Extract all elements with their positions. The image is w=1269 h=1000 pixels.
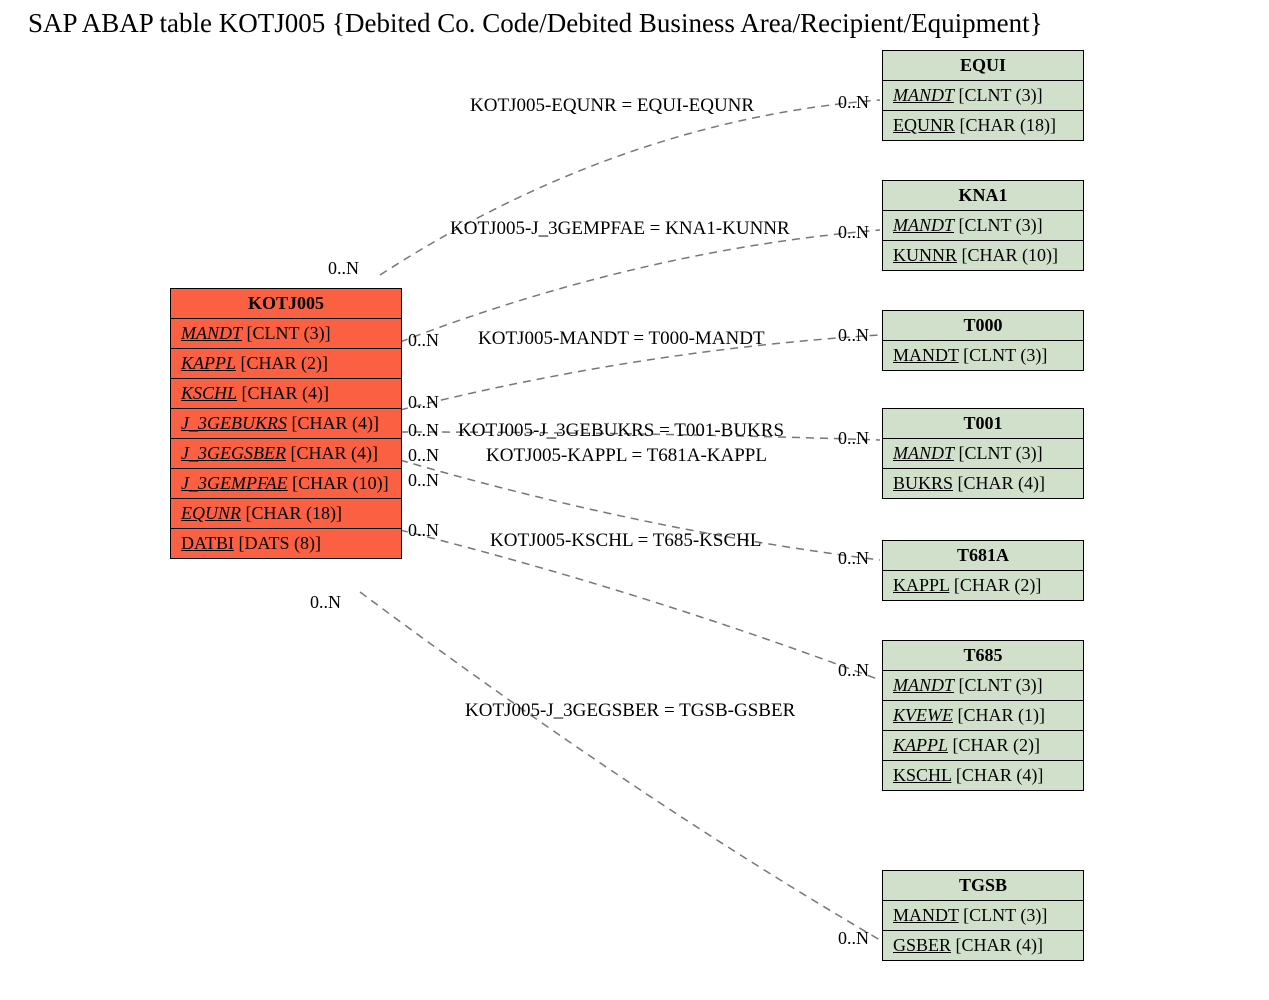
field-row: KSCHL [CHAR (4)] <box>883 761 1083 790</box>
cardinality-left: 0..N <box>408 420 439 441</box>
cardinality-right: 0..N <box>838 660 869 681</box>
field-row: EQUNR [CHAR (18)] <box>883 111 1083 140</box>
entity-header: TGSB <box>883 871 1083 901</box>
entity-t001: T001 MANDT [CLNT (3)] BUKRS [CHAR (4)] <box>882 408 1084 499</box>
field-row: EQUNR [CHAR (18)] <box>171 499 401 529</box>
entity-kotj005: KOTJ005 MANDT [CLNT (3)] KAPPL [CHAR (2)… <box>170 288 402 559</box>
field-row: MANDT [CLNT (3)] <box>883 901 1083 931</box>
field-row: KAPPL [CHAR (2)] <box>883 571 1083 600</box>
entity-header: T681A <box>883 541 1083 571</box>
relation-label: KOTJ005-J_3GEGSBER = TGSB-GSBER <box>465 700 795 722</box>
relation-label: KOTJ005-J_3GEMPFAE = KNA1-KUNNR <box>450 218 790 240</box>
relation-label: KOTJ005-J_3GEBUKRS = T001-BUKRS <box>458 420 784 442</box>
field-row: DATBI [DATS (8)] <box>171 529 401 558</box>
entity-header: T000 <box>883 311 1083 341</box>
cardinality-left: 0..N <box>310 592 341 613</box>
field-row: J_3GEMPFAE [CHAR (10)] <box>171 469 401 499</box>
field-row: KUNNR [CHAR (10)] <box>883 241 1083 270</box>
entity-tgsb: TGSB MANDT [CLNT (3)] GSBER [CHAR (4)] <box>882 870 1084 961</box>
field-row: KAPPL [CHAR (2)] <box>883 731 1083 761</box>
cardinality-left: 0..N <box>408 470 439 491</box>
entity-header: EQUI <box>883 51 1083 81</box>
field-row: MANDT [CLNT (3)] <box>883 671 1083 701</box>
field-row: GSBER [CHAR (4)] <box>883 931 1083 960</box>
field-row: MANDT [CLNT (3)] <box>171 319 401 349</box>
field-row: J_3GEGSBER [CHAR (4)] <box>171 439 401 469</box>
entity-kna1: KNA1 MANDT [CLNT (3)] KUNNR [CHAR (10)] <box>882 180 1084 271</box>
field-row: BUKRS [CHAR (4)] <box>883 469 1083 498</box>
relation-label: KOTJ005-KAPPL = T681A-KAPPL <box>486 445 767 467</box>
field-row: MANDT [CLNT (3)] <box>883 211 1083 241</box>
entity-t685: T685 MANDT [CLNT (3)] KVEWE [CHAR (1)] K… <box>882 640 1084 791</box>
field-row: MANDT [CLNT (3)] <box>883 439 1083 469</box>
relation-label: KOTJ005-KSCHL = T685-KSCHL <box>490 530 761 552</box>
entity-t681a: T681A KAPPL [CHAR (2)] <box>882 540 1084 601</box>
cardinality-right: 0..N <box>838 325 869 346</box>
field-row: MANDT [CLNT (3)] <box>883 81 1083 111</box>
entity-header: T001 <box>883 409 1083 439</box>
cardinality-right: 0..N <box>838 92 869 113</box>
cardinality-left: 0..N <box>408 330 439 351</box>
cardinality-right: 0..N <box>838 428 869 449</box>
page-title: SAP ABAP table KOTJ005 {Debited Co. Code… <box>0 0 1269 39</box>
cardinality-left: 0..N <box>328 258 359 279</box>
entity-header: KNA1 <box>883 181 1083 211</box>
cardinality-right: 0..N <box>838 928 869 949</box>
field-row: MANDT [CLNT (3)] <box>883 341 1083 370</box>
relation-label: KOTJ005-MANDT = T000-MANDT <box>478 328 765 350</box>
field-row: KAPPL [CHAR (2)] <box>171 349 401 379</box>
entity-equi: EQUI MANDT [CLNT (3)] EQUNR [CHAR (18)] <box>882 50 1084 141</box>
entity-header: KOTJ005 <box>171 289 401 319</box>
field-row: KVEWE [CHAR (1)] <box>883 701 1083 731</box>
cardinality-left: 0..N <box>408 392 439 413</box>
cardinality-left: 0..N <box>408 520 439 541</box>
field-row: KSCHL [CHAR (4)] <box>171 379 401 409</box>
cardinality-right: 0..N <box>838 548 869 569</box>
relation-label: KOTJ005-EQUNR = EQUI-EQUNR <box>470 95 754 117</box>
field-row: J_3GEBUKRS [CHAR (4)] <box>171 409 401 439</box>
entity-header: T685 <box>883 641 1083 671</box>
entity-t000: T000 MANDT [CLNT (3)] <box>882 310 1084 371</box>
cardinality-right: 0..N <box>838 222 869 243</box>
cardinality-left: 0..N <box>408 445 439 466</box>
